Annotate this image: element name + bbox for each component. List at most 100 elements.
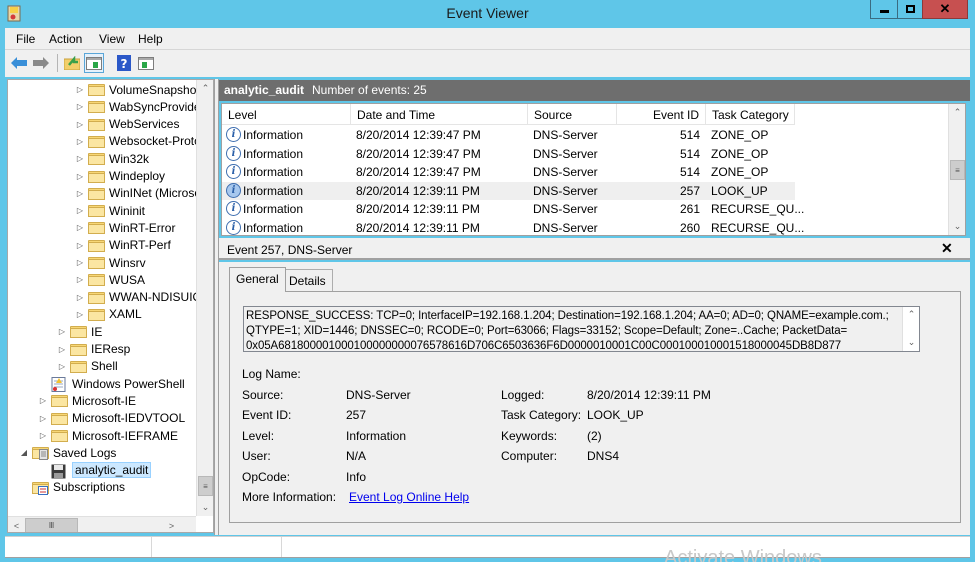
expand-arrow-icon[interactable]: ▷: [74, 258, 86, 267]
expand-arrow-icon[interactable]: ▷: [74, 120, 86, 129]
scroll-up-icon[interactable]: ⌃: [903, 307, 919, 321]
show-hide-console-tree-button[interactable]: [84, 53, 104, 73]
tree-item[interactable]: ▷ WinINet (Microso: [74, 185, 201, 202]
maximize-button[interactable]: [897, 0, 923, 19]
expand-arrow-icon[interactable]: ▷: [74, 85, 86, 94]
event-log-online-help-link[interactable]: Event Log Online Help: [349, 490, 469, 504]
tree-item[interactable]: ▷ Websocket-Proto: [74, 133, 201, 150]
folder-icon: [88, 170, 105, 183]
tree-item[interactable]: ▷ Shell: [56, 358, 118, 375]
tree-item[interactable]: ▷ XAML: [74, 306, 142, 323]
expand-arrow-icon[interactable]: ▷: [74, 223, 86, 232]
column-header-level[interactable]: Level: [222, 104, 351, 125]
menu-file[interactable]: File: [16, 32, 35, 46]
tree-item[interactable]: ▷ WWAN-NDISUIO-: [74, 289, 206, 306]
tab-general[interactable]: General: [229, 267, 286, 292]
scroll-down-icon[interactable]: ⌄: [197, 499, 213, 516]
expand-arrow-icon[interactable]: ▷: [74, 310, 86, 319]
back-button[interactable]: [9, 53, 29, 73]
tree-item[interactable]: ▷ WabSyncProvider: [74, 98, 205, 115]
event-id: 514: [679, 146, 700, 161]
expand-arrow-icon[interactable]: ▷: [74, 275, 86, 284]
event-row[interactable]: i Information 8/20/2014 12:39:47 PM DNS-Ser…: [222, 145, 795, 164]
column-header-task-category[interactable]: Task Category: [706, 104, 795, 125]
tree-horizontal-scrollbar[interactable]: < Ⅲ >: [8, 516, 196, 532]
close-icon: ✕: [939, 1, 951, 16]
tab-details[interactable]: Details: [282, 269, 333, 292]
folder-icon: [88, 291, 105, 304]
event-row[interactable]: i Information 8/20/2014 12:39:47 PM DNS-Ser…: [222, 163, 795, 182]
event-row[interactable]: i Information 8/20/2014 12:39:11 PM DNS-Ser…: [222, 200, 804, 219]
scroll-up-icon[interactable]: ⌃: [949, 104, 965, 121]
show-hide-action-pane-button[interactable]: [136, 53, 156, 73]
close-detail-icon[interactable]: ✕: [941, 240, 953, 257]
scroll-up-icon[interactable]: ⌃: [197, 80, 213, 97]
tree-item[interactable]: Subscriptions: [18, 479, 125, 496]
scroll-down-icon[interactable]: ⌄: [903, 335, 919, 349]
expand-arrow-icon[interactable]: ▷: [37, 414, 49, 423]
column-header-source[interactable]: Source: [528, 104, 617, 125]
tree-item[interactable]: ▷ Microsoft-IEFRAME: [37, 427, 178, 444]
event-message-textbox[interactable]: RESPONSE_SUCCESS: TCP=0; InterfaceIP=192…: [243, 306, 920, 352]
expand-arrow-icon[interactable]: ▷: [37, 431, 49, 440]
tree-item[interactable]: ▷ WinRT-Perf: [74, 237, 171, 254]
collapse-arrow-icon[interactable]: ◢: [18, 448, 30, 457]
column-header-date-time[interactable]: Date and Time: [351, 104, 528, 125]
event-level: Information: [243, 183, 304, 198]
expand-arrow-icon[interactable]: ▷: [74, 189, 86, 198]
event-row[interactable]: i Information 8/20/2014 12:39:11 PM DNS-Ser…: [222, 219, 804, 235]
help-button[interactable]: ?: [114, 53, 134, 73]
tree-item[interactable]: ▷ IEResp: [56, 341, 130, 358]
expand-arrow-icon[interactable]: ▷: [74, 206, 86, 215]
tree-vertical-scrollbar[interactable]: ⌃ ≡ ⌄: [196, 80, 213, 516]
forward-arrow-icon: [33, 57, 49, 69]
message-vertical-scrollbar[interactable]: ⌃ ⌄: [902, 307, 919, 351]
scroll-right-icon[interactable]: >: [163, 517, 180, 532]
tree-item[interactable]: ▷ IE: [56, 323, 102, 340]
tree-item[interactable]: ◢ Saved Logs: [18, 444, 116, 461]
tree-vscroll-thumb[interactable]: ≡: [198, 476, 213, 496]
tree-hscroll-thumb[interactable]: Ⅲ: [25, 518, 78, 532]
tree-item[interactable]: ▷ Win32k: [74, 150, 149, 167]
tree-item[interactable]: ▷ WUSA: [74, 271, 145, 288]
up-one-level-button[interactable]: [62, 53, 82, 73]
expand-arrow-icon[interactable]: ▷: [74, 154, 86, 163]
tree-item[interactable]: ▷ Windeploy: [74, 168, 165, 185]
expand-arrow-icon[interactable]: ▷: [74, 293, 86, 302]
expand-arrow-icon[interactable]: ▷: [56, 362, 68, 371]
expand-arrow-icon[interactable]: ▷: [74, 241, 86, 250]
tree-item[interactable]: ▷ Microsoft-IEDVTOOL: [37, 410, 185, 427]
menu-help[interactable]: Help: [138, 32, 163, 46]
column-header-event-id[interactable]: Event ID: [617, 104, 706, 125]
tree-item[interactable]: ▷ WebServices: [74, 116, 180, 133]
tree-item-label: WebServices: [109, 117, 180, 132]
show-hide-action-pane-icon: [138, 56, 154, 70]
tree-item[interactable]: analytic_audit: [37, 462, 152, 479]
tree-item[interactable]: ▷ VolumeSnapshot-: [74, 81, 204, 98]
scroll-left-icon[interactable]: <: [8, 517, 25, 532]
expand-arrow-icon[interactable]: ▷: [74, 137, 86, 146]
expand-arrow-icon[interactable]: ▷: [74, 102, 86, 111]
tree-item-label: Subscriptions: [53, 480, 126, 495]
close-button[interactable]: ✕: [922, 0, 968, 19]
expand-arrow-icon[interactable]: ▷: [56, 345, 68, 354]
minimize-button[interactable]: [870, 0, 898, 19]
tree-item[interactable]: Windows PowerShell: [37, 375, 185, 393]
scroll-down-icon[interactable]: ⌄: [949, 218, 965, 235]
tree-item[interactable]: ▷ Winsrv: [74, 254, 146, 271]
tree-item[interactable]: ▷ Wininit: [74, 202, 145, 219]
expand-arrow-icon[interactable]: ▷: [74, 172, 86, 181]
forward-button[interactable]: [31, 53, 51, 73]
property-label: Source:: [242, 387, 284, 402]
expand-arrow-icon[interactable]: ▷: [56, 327, 68, 336]
expand-arrow-icon[interactable]: ▷: [37, 396, 49, 405]
events-vscroll-thumb[interactable]: ≡: [950, 160, 965, 180]
tree-item[interactable]: ▷ WinRT-Error: [74, 219, 176, 236]
events-vertical-scrollbar[interactable]: ⌃ ≡ ⌄: [948, 104, 965, 235]
event-row[interactable]: i Information 8/20/2014 12:39:11 PM DNS-Ser…: [222, 181, 795, 201]
menu-view[interactable]: View: [99, 32, 125, 46]
tree-item[interactable]: ▷ Microsoft-IE: [37, 392, 136, 409]
event-row[interactable]: i Information 8/20/2014 12:39:47 PM DNS-Ser…: [222, 126, 795, 145]
menu-action[interactable]: Action: [49, 32, 82, 46]
event-source: DNS-Server: [533, 183, 598, 198]
